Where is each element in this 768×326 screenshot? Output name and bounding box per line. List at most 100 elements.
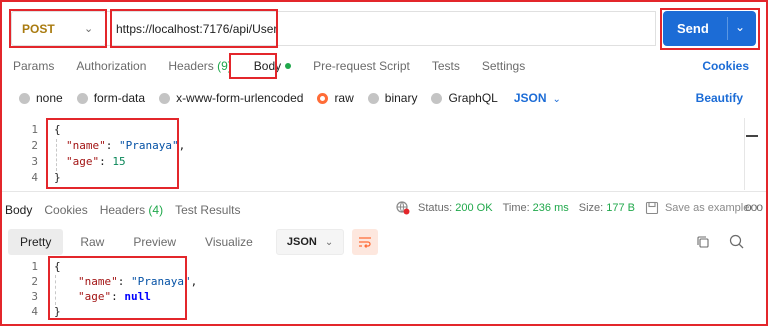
code-line: } bbox=[54, 171, 61, 187]
json-string: "Pranaya" bbox=[131, 275, 191, 288]
response-body-viewer[interactable]: 1 2 3 4 { "name": "Pranaya", "age": null… bbox=[0, 258, 740, 322]
tab-params[interactable]: Params bbox=[13, 59, 54, 75]
radio-urlencoded[interactable]: x-www-form-urlencoded bbox=[159, 91, 303, 105]
more-options-icon[interactable]: ooo bbox=[745, 200, 763, 214]
tab-label: Pre-request Script bbox=[313, 59, 410, 73]
radio-binary[interactable]: binary bbox=[367, 91, 418, 105]
radio-none[interactable]: none bbox=[19, 91, 63, 105]
pane-divider[interactable] bbox=[2, 191, 766, 192]
method-select[interactable]: POST ⌄ bbox=[11, 11, 106, 46]
radio-icon bbox=[19, 92, 30, 104]
tab-label: Authorization bbox=[76, 59, 147, 73]
response-status-bar: Status: 200 OK Time: 236 ms Size: 177 B Sav… bbox=[396, 201, 759, 215]
line-number: 4 bbox=[31, 305, 38, 318]
tab-settings[interactable]: Settings bbox=[482, 59, 525, 75]
tab-body[interactable]: Body bbox=[254, 59, 292, 75]
line-number: 3 bbox=[31, 155, 38, 168]
tab-response-headers[interactable]: Headers (4) bbox=[100, 203, 163, 217]
request-body-editor[interactable]: 1 2 3 4 { "name": "Pranaya", "age": 15 } bbox=[0, 120, 740, 188]
line-number: 1 bbox=[31, 123, 38, 136]
tab-headers[interactable]: Headers (9) bbox=[168, 59, 231, 75]
request-tabs: Params Authorization Headers (9) Body Pr… bbox=[13, 59, 547, 75]
indent-guide bbox=[55, 275, 56, 305]
brace: { bbox=[54, 123, 61, 136]
radio-label: form-data bbox=[93, 91, 146, 105]
send-label: Send bbox=[677, 21, 709, 36]
json-string: "Pranaya" bbox=[119, 139, 179, 152]
cookies-link[interactable]: Cookies bbox=[702, 59, 749, 73]
chevron-down-icon: ⌄ bbox=[552, 94, 561, 105]
radio-label: none bbox=[36, 91, 63, 105]
save-example-label: Save as example bbox=[664, 202, 750, 214]
copy-icon[interactable] bbox=[696, 235, 710, 249]
tab-label: Headers bbox=[168, 59, 214, 73]
tab-test-results[interactable]: Test Results bbox=[175, 203, 240, 217]
response-format-select[interactable]: JSON ⌄ bbox=[275, 229, 345, 255]
status-code: 200 OK bbox=[455, 202, 493, 214]
json-null: null bbox=[124, 290, 151, 303]
view-tab-visualize[interactable]: Visualize bbox=[193, 229, 265, 255]
code-line: } bbox=[54, 305, 61, 321]
radio-label: x-www-form-urlencoded bbox=[176, 91, 304, 105]
tab-label: Settings bbox=[481, 59, 526, 73]
body-format-select[interactable]: JSON ⌄ bbox=[514, 91, 561, 105]
save-example-button[interactable]: Save as example bbox=[645, 201, 749, 215]
code-line: { bbox=[54, 260, 61, 276]
editor-scrollbar[interactable] bbox=[744, 118, 745, 190]
url-input[interactable]: https://localhost:7176/api/User bbox=[106, 11, 656, 46]
json-key: "name" bbox=[66, 139, 106, 152]
code-line: "name": "Pranaya", bbox=[66, 139, 186, 152]
tab-label: Headers bbox=[99, 203, 146, 217]
view-tab-pretty[interactable]: Pretty bbox=[8, 229, 64, 255]
brace: } bbox=[54, 171, 61, 184]
code-line: { bbox=[54, 123, 61, 139]
status-value: Status: 200 OK bbox=[418, 202, 493, 214]
indent-guide bbox=[56, 139, 57, 171]
tab-response-cookies[interactable]: Cookies bbox=[44, 203, 87, 217]
radio-label: GraphQL bbox=[448, 91, 498, 105]
response-format-label: JSON bbox=[286, 236, 317, 248]
wrap-lines-button[interactable] bbox=[352, 229, 379, 255]
tab-response-body[interactable]: Body bbox=[5, 203, 32, 217]
tab-label: Tests bbox=[431, 59, 460, 73]
json-key: "name" bbox=[78, 275, 118, 288]
wrap-lines-icon bbox=[359, 237, 372, 248]
radio-label: binary bbox=[384, 91, 418, 105]
search-icon[interactable] bbox=[729, 234, 744, 249]
radio-label: raw bbox=[334, 91, 354, 105]
body-type-options: none form-data x-www-form-urlencoded raw… bbox=[19, 91, 561, 105]
view-tab-raw[interactable]: Raw bbox=[68, 229, 116, 255]
size-value: Size: 177 B bbox=[579, 202, 635, 214]
code-line: "name": "Pranaya", bbox=[78, 275, 198, 288]
response-tabs: Body Cookies Headers (4) Test Results bbox=[5, 203, 252, 217]
response-view-tabs: Pretty Raw Preview Visualize JSON ⌄ bbox=[8, 229, 379, 255]
headers-count: (9) bbox=[217, 59, 232, 73]
radio-icon bbox=[367, 92, 379, 104]
radio-raw[interactable]: raw bbox=[317, 91, 354, 105]
line-number: 2 bbox=[31, 139, 38, 152]
tab-label: Body bbox=[5, 203, 33, 217]
beautify-link[interactable]: Beautify bbox=[696, 91, 743, 105]
chevron-down-icon[interactable]: ⌄ bbox=[735, 20, 745, 34]
headers-count: (4) bbox=[148, 203, 164, 217]
radio-icon bbox=[76, 92, 88, 104]
tab-authorization[interactable]: Authorization bbox=[76, 59, 146, 75]
time-label: Time: bbox=[502, 202, 530, 214]
globe-warning-icon[interactable] bbox=[396, 201, 410, 215]
tab-tests[interactable]: Tests bbox=[432, 59, 460, 75]
method-label: POST bbox=[22, 21, 55, 36]
radio-icon bbox=[431, 92, 443, 104]
time-value: Time: 236 ms bbox=[503, 202, 569, 214]
send-button[interactable]: Send ⌄ bbox=[663, 11, 756, 46]
chevron-down-icon: ⌄ bbox=[84, 23, 94, 35]
size-bytes: 177 B bbox=[606, 202, 635, 214]
tab-pre-request-script[interactable]: Pre-request Script bbox=[313, 59, 410, 75]
code-line: "age": 15 bbox=[66, 155, 126, 168]
radio-graphql[interactable]: GraphQL bbox=[431, 91, 498, 105]
scroll-thumb[interactable] bbox=[746, 135, 758, 137]
brace: { bbox=[54, 260, 61, 273]
view-tab-preview[interactable]: Preview bbox=[121, 229, 188, 255]
time-ms: 236 ms bbox=[532, 202, 569, 214]
size-label: Size: bbox=[578, 202, 604, 214]
radio-form-data[interactable]: form-data bbox=[76, 91, 146, 105]
